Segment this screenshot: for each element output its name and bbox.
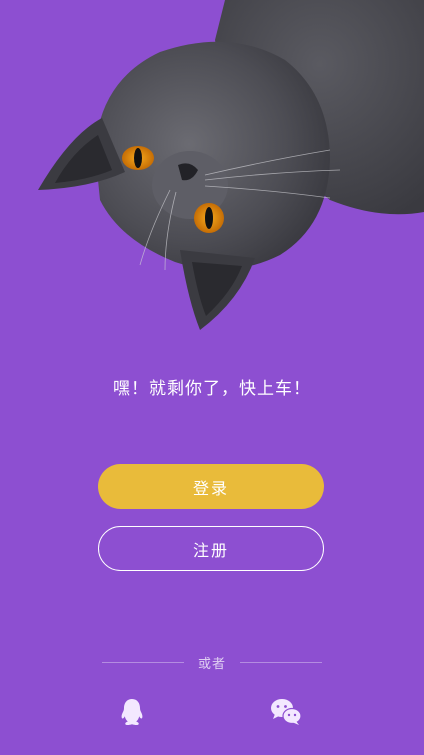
cat-illustration <box>38 0 424 330</box>
or-divider: 或者 <box>102 654 323 672</box>
wechat-login-button[interactable] <box>270 696 302 728</box>
divider-text: 或者 <box>198 656 227 672</box>
qq-login-button[interactable] <box>116 696 148 728</box>
register-button[interactable]: 注册 <box>98 526 324 571</box>
app-screen: 嘿！就剩你了，快上车！ 登录 注册 或者 <box>0 0 424 755</box>
tagline: 嘿！就剩你了，快上车！ <box>113 379 311 399</box>
login-button[interactable]: 登录 <box>98 464 324 509</box>
wechat-icon <box>271 699 302 725</box>
qq-icon <box>121 699 143 726</box>
divider-line-right <box>240 661 323 663</box>
divider-line-left <box>102 661 184 663</box>
